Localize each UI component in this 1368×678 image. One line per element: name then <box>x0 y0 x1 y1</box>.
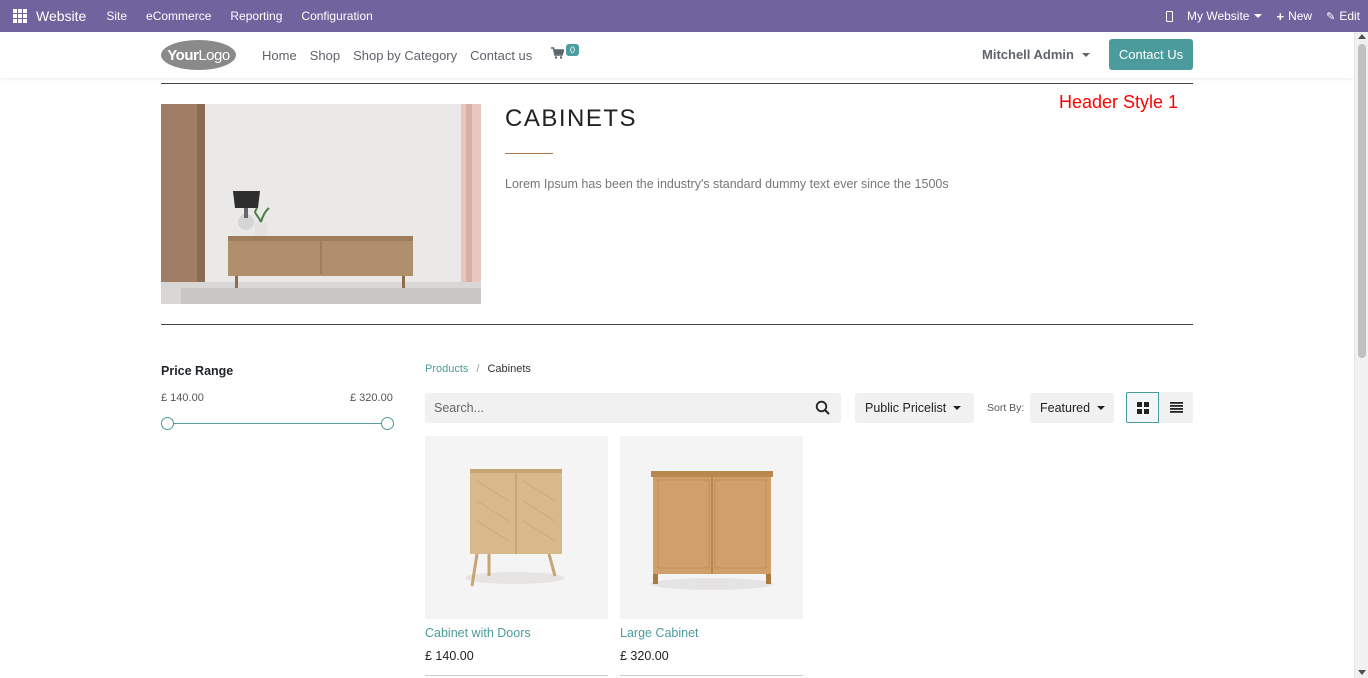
banner-bottom-divider <box>161 324 1193 325</box>
edit-label: Edit <box>1339 9 1360 23</box>
nav-shop[interactable]: Shop <box>310 48 340 63</box>
category-title: CABINETS <box>505 105 638 132</box>
nav-contact-us[interactable]: Contact us <box>470 48 532 63</box>
admin-menu-site[interactable]: Site <box>106 9 127 23</box>
admin-brand[interactable]: Website <box>36 8 86 24</box>
edit-button[interactable]: ✎ Edit <box>1326 9 1360 23</box>
scrollbar-thumb[interactable] <box>1358 44 1366 358</box>
scroll-up-icon[interactable] <box>1358 34 1366 39</box>
main-nav: Home Shop Shop by Category Contact us <box>262 32 545 78</box>
price-range-min-handle[interactable] <box>160 417 174 430</box>
product-divider <box>620 675 803 676</box>
logo-light: Logo <box>198 46 230 64</box>
breadcrumb-products[interactable]: Products <box>425 363 468 375</box>
price-range-min: £ 140.00 <box>161 392 204 404</box>
cart-link[interactable]: 0 <box>551 44 580 64</box>
price-range-title: Price Range <box>161 364 234 378</box>
category-description: Lorem Ipsum has been the industry's stan… <box>505 177 949 191</box>
breadcrumb: Products / Cabinets <box>425 363 531 375</box>
breadcrumb-separator: / <box>476 363 480 375</box>
price-range-max-handle[interactable] <box>380 417 394 430</box>
product-image[interactable] <box>620 436 803 619</box>
plus-icon: + <box>1276 8 1285 24</box>
new-label: New <box>1288 9 1313 23</box>
title-underline <box>505 153 553 154</box>
grid-view-button[interactable] <box>1126 392 1159 423</box>
cart-count-badge: 0 <box>566 44 580 56</box>
product-name[interactable]: Large Cabinet <box>620 626 803 640</box>
pencil-icon: ✎ <box>1326 10 1336 23</box>
logo-bold: Your <box>167 46 199 64</box>
sort-by-value: Featured <box>1040 401 1091 415</box>
contact-us-button[interactable]: Contact Us <box>1109 39 1193 70</box>
page-scrollbar[interactable] <box>1354 32 1368 678</box>
new-button[interactable]: + New <box>1276 9 1312 24</box>
admin-menu-reporting[interactable]: Reporting <box>230 9 282 23</box>
user-name: Mitchell Admin <box>982 47 1074 62</box>
site-logo[interactable]: Your Logo <box>161 40 236 70</box>
admin-navbar: Website Site eCommerce Reporting Configu… <box>0 0 1368 32</box>
sort-by-label: Sort By: <box>987 402 1025 414</box>
banner-top-divider <box>161 83 1193 84</box>
list-view-icon <box>1169 402 1183 413</box>
scroll-down-icon[interactable] <box>1358 670 1366 675</box>
chevron-down-icon <box>1254 14 1263 18</box>
search-icon[interactable] <box>815 400 831 416</box>
pricelist-dropdown[interactable]: Public Pricelist <box>855 393 974 423</box>
product-name[interactable]: Cabinet with Doors <box>425 626 608 640</box>
search-box <box>425 393 841 423</box>
sort-by-dropdown[interactable]: Featured <box>1030 393 1114 423</box>
user-menu[interactable]: Mitchell Admin <box>982 47 1090 62</box>
my-website-label: My Website <box>1187 9 1250 23</box>
category-banner-image <box>161 104 481 304</box>
admin-menu-ecommerce[interactable]: eCommerce <box>146 9 211 23</box>
chevron-down-icon <box>1097 406 1106 410</box>
product-card[interactable]: Cabinet with Doors £ 140.00 <box>425 436 608 676</box>
header-style-annotation: Header Style 1 <box>1059 92 1179 112</box>
site-header: Your Logo Home Shop Shop by Category Cont… <box>0 32 1354 78</box>
product-card[interactable]: Large Cabinet £ 320.00 <box>620 436 803 676</box>
shopping-cart-icon <box>551 47 565 59</box>
pricelist-label: Public Pricelist <box>865 401 947 415</box>
product-price: £ 320.00 <box>620 649 669 663</box>
product-image[interactable] <box>425 436 608 619</box>
product-price: £ 140.00 <box>425 649 474 663</box>
grid-view-icon <box>1136 401 1149 414</box>
my-website-dropdown[interactable]: My Website <box>1187 9 1263 23</box>
mobile-icon[interactable] <box>1166 10 1174 22</box>
admin-menu-configuration[interactable]: Configuration <box>301 9 372 23</box>
breadcrumb-current: Cabinets <box>487 363 531 375</box>
product-divider <box>425 675 608 676</box>
list-view-button[interactable] <box>1159 392 1193 423</box>
chevron-down-icon <box>953 406 962 410</box>
price-range-max: £ 320.00 <box>350 392 393 404</box>
nav-home[interactable]: Home <box>262 48 297 63</box>
chevron-down-icon <box>1081 52 1090 57</box>
search-input[interactable] <box>425 393 805 423</box>
price-range-track[interactable] <box>167 423 387 424</box>
apps-grid-icon[interactable] <box>13 9 27 23</box>
nav-shop-by-category[interactable]: Shop by Category <box>353 48 457 63</box>
